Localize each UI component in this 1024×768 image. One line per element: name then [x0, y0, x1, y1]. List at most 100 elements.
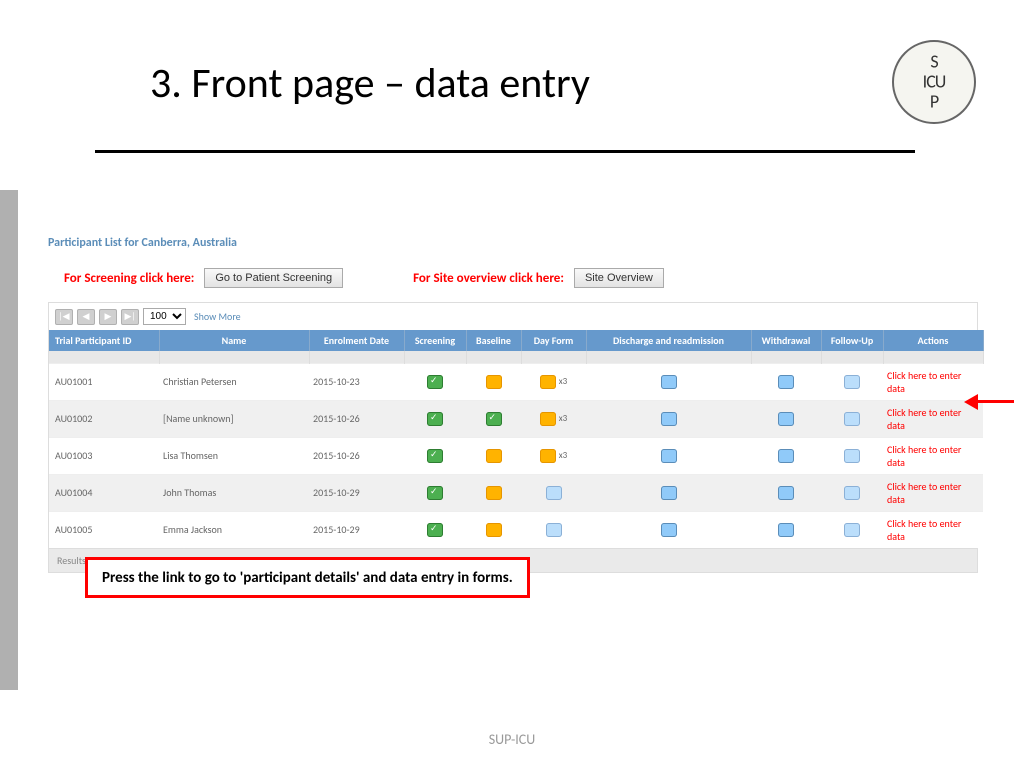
- cell-id: AU01005: [49, 511, 159, 548]
- cell-name: John Thomas: [159, 474, 309, 511]
- cell-followup: [821, 437, 883, 474]
- status-yellow-icon: [540, 375, 556, 389]
- cell-date: 2015-10-29: [309, 511, 404, 548]
- slide-title-row: 3. Front page – data entry: [150, 58, 930, 109]
- participant-table: Trial Participant ID Name Enrolment Date…: [49, 330, 984, 548]
- cell-baseline: [466, 363, 521, 400]
- next-page-icon[interactable]: ▶: [99, 309, 117, 325]
- cell-date: 2015-10-26: [309, 400, 404, 437]
- cell-name: Emma Jackson: [159, 511, 309, 548]
- status-blue2-icon: [546, 486, 562, 500]
- cell-followup: [821, 363, 883, 400]
- pager: |◀ ◀ ▶ ▶| 100 Show More: [49, 303, 977, 330]
- last-page-icon[interactable]: ▶|: [121, 309, 139, 325]
- col-baseline[interactable]: Baseline: [466, 330, 521, 351]
- show-more-link[interactable]: Show More: [194, 310, 241, 323]
- first-page-icon[interactable]: |◀: [55, 309, 73, 325]
- filter-row: [49, 351, 983, 363]
- cell-action: Click here to enter data: [883, 474, 983, 511]
- prev-page-icon[interactable]: ◀: [77, 309, 95, 325]
- cell-name: [Name unknown]: [159, 400, 309, 437]
- status-blue-icon: [778, 375, 794, 389]
- instruction-callout: Press the link to go to 'participant det…: [85, 557, 530, 598]
- cell-followup: [821, 474, 883, 511]
- status-green-icon: [427, 412, 443, 426]
- action-button-row: For Screening click here: Go to Patient …: [48, 268, 978, 288]
- cell-date: 2015-10-23: [309, 363, 404, 400]
- status-blue-icon: [661, 523, 677, 537]
- cell-dayform: x3: [521, 400, 586, 437]
- participant-table-container: |◀ ◀ ▶ ▶| 100 Show More Trial Participan…: [48, 302, 978, 573]
- status-yellow-icon: [540, 412, 556, 426]
- enter-data-link[interactable]: Click here to enter data: [887, 406, 961, 432]
- col-discharge[interactable]: Discharge and readmission: [586, 330, 751, 351]
- enter-data-link[interactable]: Click here to enter data: [887, 369, 961, 395]
- enter-data-link[interactable]: Click here to enter data: [887, 480, 961, 506]
- cell-withdrawal: [751, 511, 821, 548]
- status-blue-icon: [661, 375, 677, 389]
- col-actions[interactable]: Actions: [883, 330, 983, 351]
- slide-footer: SUP-ICU: [0, 731, 1024, 748]
- col-name[interactable]: Name: [159, 330, 309, 351]
- cell-discharge: [586, 511, 751, 548]
- cell-date: 2015-10-26: [309, 437, 404, 474]
- embedded-screenshot: Participant List for Canberra, Australia…: [48, 236, 978, 573]
- site-overview-button[interactable]: Site Overview: [574, 268, 664, 288]
- col-enrol[interactable]: Enrolment Date: [309, 330, 404, 351]
- cell-id: AU01003: [49, 437, 159, 474]
- enter-data-link[interactable]: Click here to enter data: [887, 443, 961, 469]
- cell-followup: [821, 511, 883, 548]
- logo-letters: SICUP: [923, 52, 946, 111]
- page-size-select[interactable]: 100: [143, 308, 186, 325]
- cell-withdrawal: [751, 474, 821, 511]
- cell-discharge: [586, 474, 751, 511]
- cell-date: 2015-10-29: [309, 474, 404, 511]
- status-green-icon: [427, 523, 443, 537]
- table-row: AU01005Emma Jackson2015-10-29 Click here …: [49, 511, 983, 548]
- status-blue-icon: [661, 449, 677, 463]
- enter-data-link[interactable]: Click here to enter data: [887, 517, 961, 543]
- col-withdrawal[interactable]: Withdrawal: [751, 330, 821, 351]
- screening-label: For Screening click here:: [64, 271, 194, 286]
- cell-baseline: [466, 437, 521, 474]
- col-screening[interactable]: Screening: [404, 330, 466, 351]
- status-green-icon: [427, 449, 443, 463]
- cell-withdrawal: [751, 400, 821, 437]
- cell-screening: [404, 400, 466, 437]
- slide-side-bar: [0, 190, 18, 690]
- cell-screening: [404, 437, 466, 474]
- cell-screening: [404, 511, 466, 548]
- cell-dayform: [521, 511, 586, 548]
- cell-id: AU01001: [49, 363, 159, 400]
- cell-baseline: [466, 511, 521, 548]
- overview-label: For Site overview click here:: [413, 271, 564, 286]
- status-blue2-icon: [844, 375, 860, 389]
- cell-screening: [404, 474, 466, 511]
- status-blue2-icon: [844, 486, 860, 500]
- slide-title: 3. Front page – data entry: [150, 58, 590, 109]
- col-dayform[interactable]: Day Form: [521, 330, 586, 351]
- status-green-icon: [427, 375, 443, 389]
- col-followup[interactable]: Follow-Up: [821, 330, 883, 351]
- cell-id: AU01004: [49, 474, 159, 511]
- status-blue-icon: [778, 486, 794, 500]
- status-blue-icon: [778, 412, 794, 426]
- col-id[interactable]: Trial Participant ID: [49, 330, 159, 351]
- cell-action: Click here to enter data: [883, 511, 983, 548]
- status-blue-icon: [778, 449, 794, 463]
- cell-name: Christian Petersen: [159, 363, 309, 400]
- go-to-screening-button[interactable]: Go to Patient Screening: [204, 268, 343, 288]
- cell-baseline: [466, 400, 521, 437]
- callout-text: Press the link to go to 'participant det…: [102, 569, 513, 587]
- table-row: AU01003Lisa Thomsen2015-10-26x3Click her…: [49, 437, 983, 474]
- status-blue-icon: [661, 486, 677, 500]
- cell-withdrawal: [751, 363, 821, 400]
- title-underline: [95, 150, 915, 153]
- status-yellow-icon: [486, 449, 502, 463]
- status-green-icon: [427, 486, 443, 500]
- status-blue2-icon: [844, 523, 860, 537]
- cell-dayform: x3: [521, 363, 586, 400]
- status-yellow-icon: [486, 523, 502, 537]
- cell-screening: [404, 363, 466, 400]
- table-row: AU01001Christian Petersen2015-10-23 x3 Cli…: [49, 363, 983, 400]
